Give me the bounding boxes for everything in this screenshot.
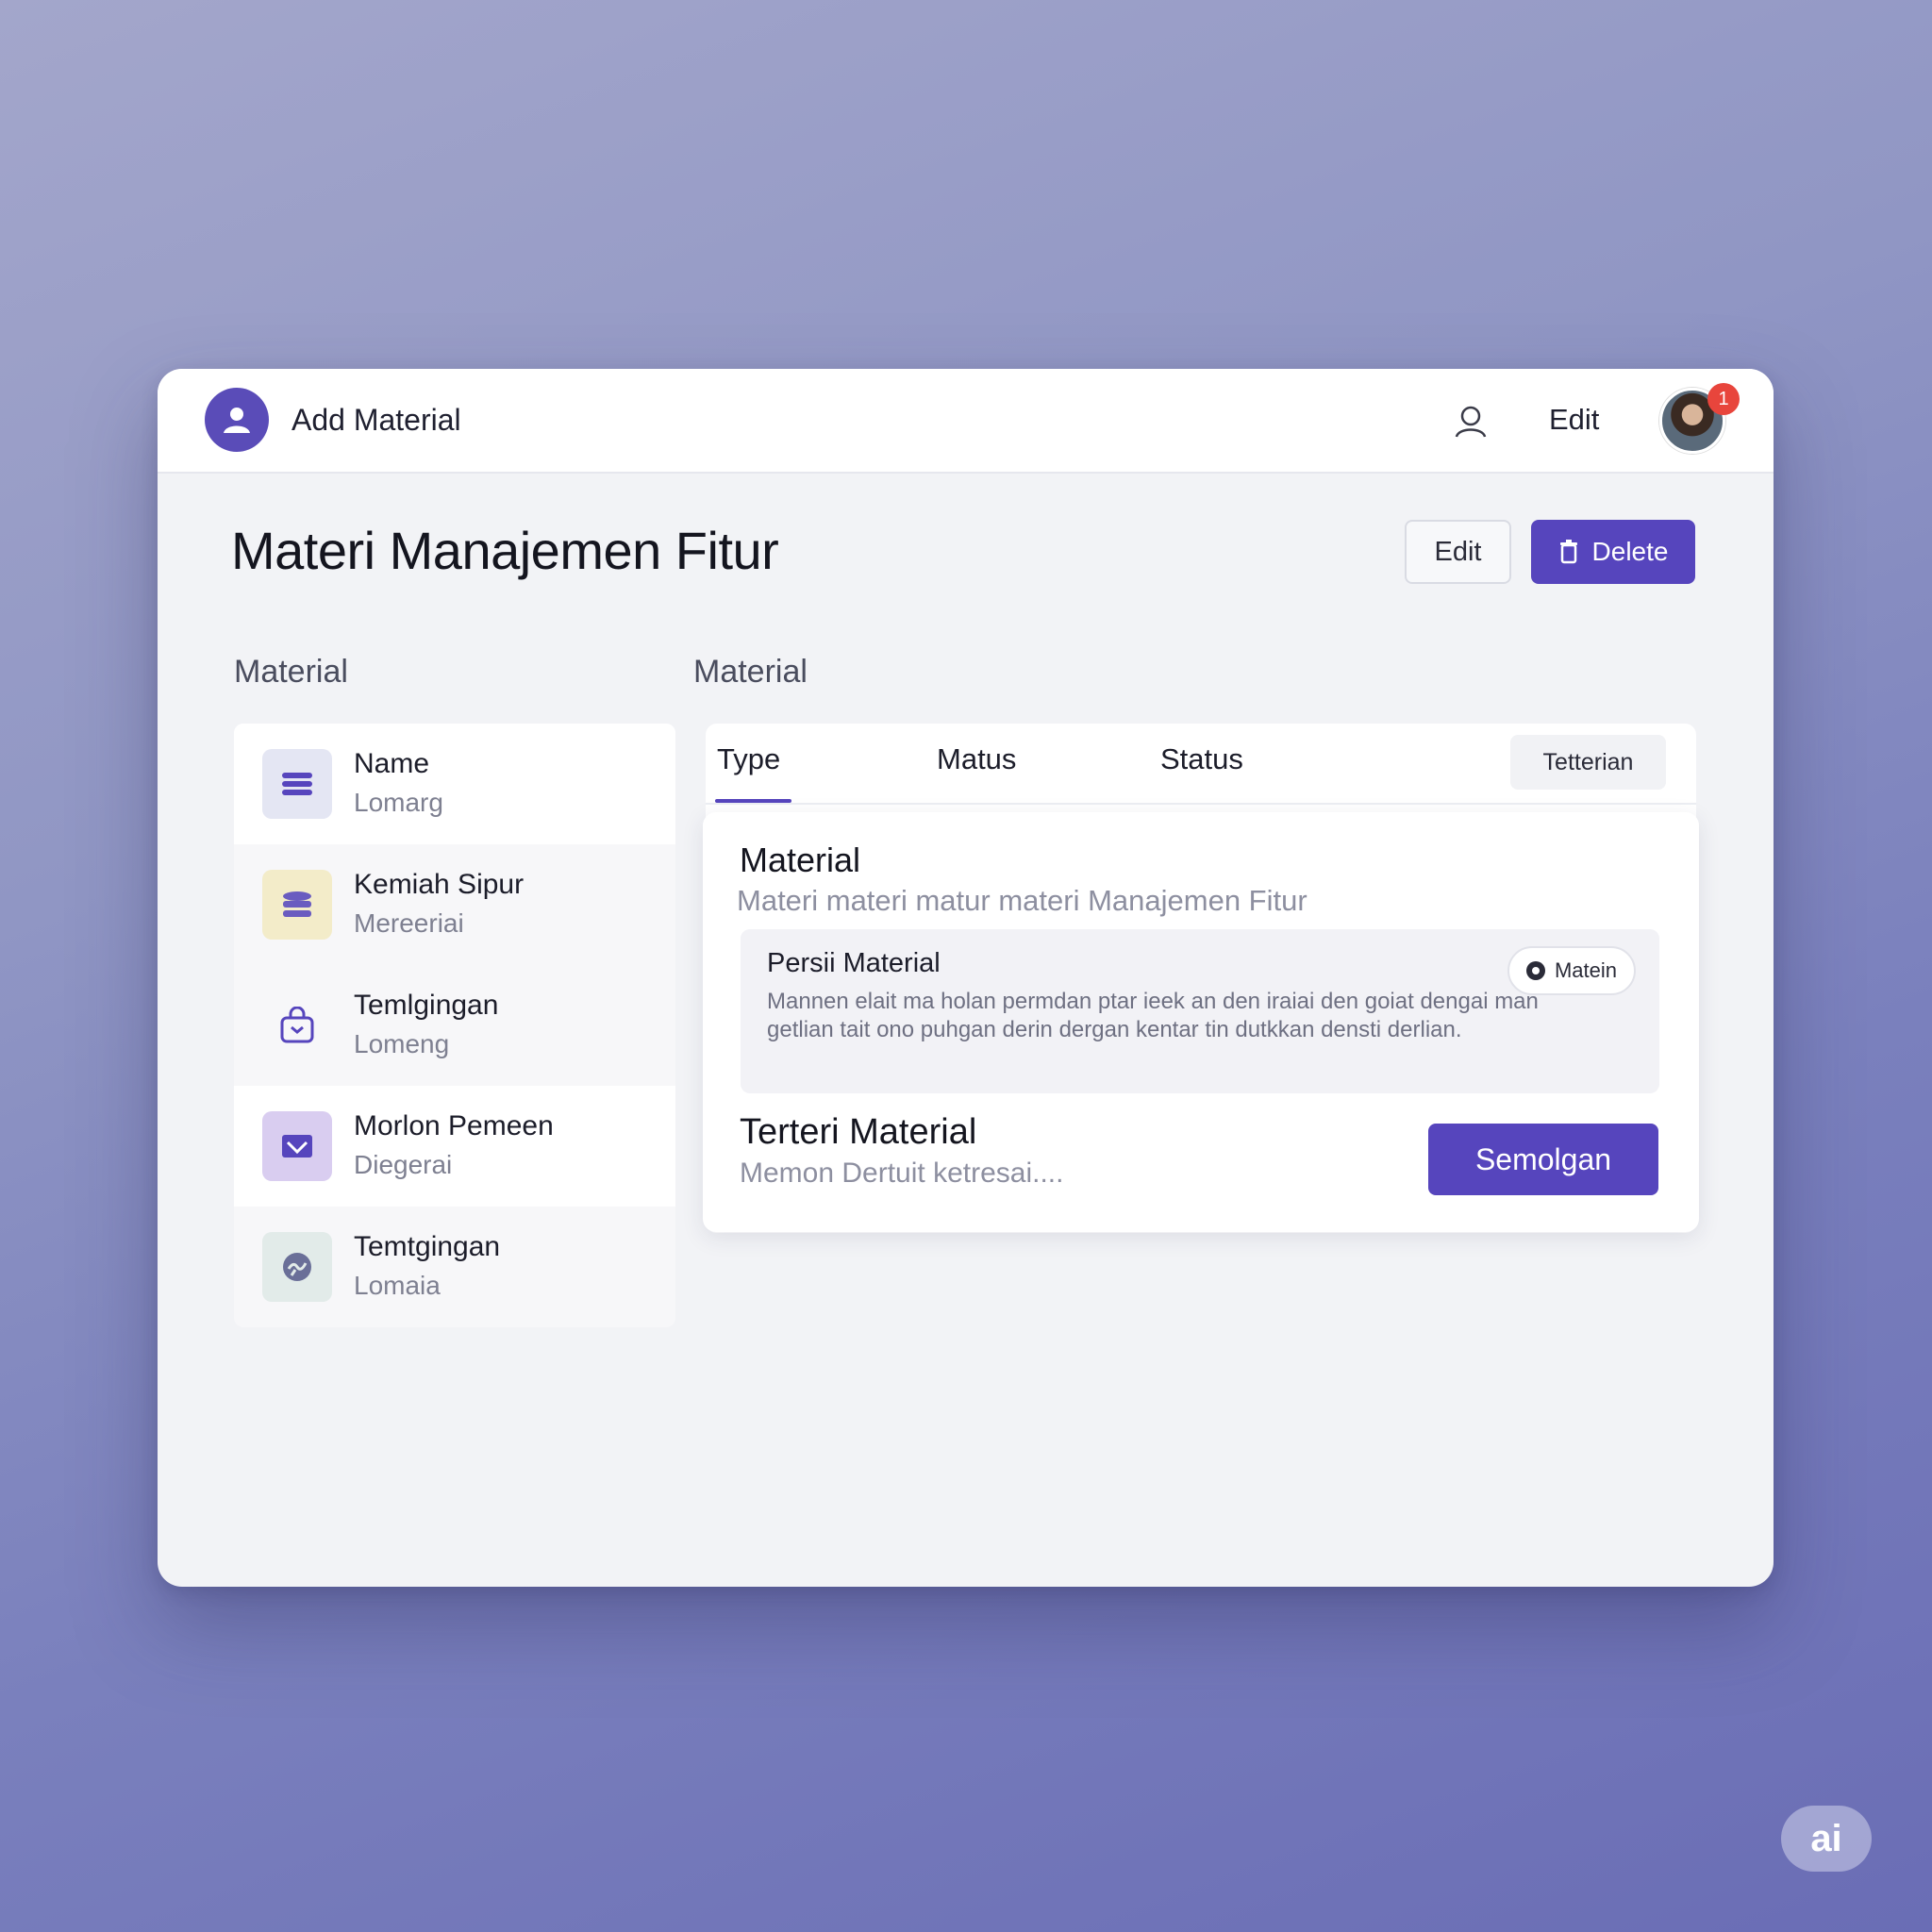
- right-section-label: Material: [693, 654, 808, 690]
- list-item-title: Temlgingan: [354, 990, 499, 1021]
- section-subtitle: Memon Dertuit ketresai....: [740, 1158, 1064, 1189]
- list-item[interactable]: Name Lomarg: [234, 724, 675, 844]
- notification-badge: 1: [1707, 383, 1740, 415]
- bag-icon: [262, 991, 332, 1060]
- material-list: Name Lomarg Kemiah Sipur Mereeriai Temlg…: [234, 724, 675, 1327]
- matein-chip[interactable]: Matein: [1507, 946, 1636, 995]
- top-bar: Add Material Edit 1: [158, 369, 1774, 474]
- header-edit-link[interactable]: Edit: [1549, 403, 1599, 437]
- list-item[interactable]: Temlgingan Lomeng: [234, 965, 675, 1086]
- edit-button[interactable]: Edit: [1405, 520, 1511, 584]
- chat-icon: [1525, 961, 1545, 980]
- globe-icon: [262, 1232, 332, 1302]
- list-item-subtitle: Mereeriai: [354, 908, 464, 938]
- trash-icon: [1559, 540, 1577, 564]
- envelope-icon: [262, 1111, 332, 1181]
- app-logo-icon[interactable]: [205, 388, 269, 452]
- list-item-subtitle: Lomeng: [354, 1029, 450, 1058]
- tab-type[interactable]: Type: [717, 742, 780, 776]
- list-item-title: Kemiah Sipur: [354, 869, 525, 900]
- list-item[interactable]: Morlon Pemeen Diegerai: [234, 1086, 675, 1207]
- watermark-logo: ai: [1781, 1806, 1872, 1872]
- list-item-subtitle: Diegerai: [354, 1150, 453, 1179]
- tab-matus[interactable]: Matus: [937, 742, 1016, 776]
- version-title: Persii Material: [767, 948, 941, 978]
- primary-action-button[interactable]: Semolgan: [1428, 1124, 1658, 1195]
- version-description: Mannen elait ma holan permdan ptar ieek …: [767, 989, 1539, 1042]
- chip-label: Matein: [1554, 958, 1618, 982]
- section-title: Terteri Material: [740, 1112, 977, 1152]
- version-box: Persii Material Mannen elait ma holan pe…: [741, 929, 1659, 1093]
- delete-button-label: Delete: [1591, 537, 1669, 566]
- list-item-subtitle: Lomarg: [354, 788, 443, 817]
- database-icon: [262, 870, 332, 940]
- app-window: Add Material Edit 1 Materi Manajemen Fit…: [158, 369, 1774, 1587]
- detail-subtitle: Materi materi matur materi Manajemen Fit…: [737, 884, 1307, 917]
- tetterian-button[interactable]: Tetterian: [1510, 735, 1666, 790]
- detail-title: Material: [740, 841, 861, 879]
- list-item[interactable]: Temtgingan Lomaia: [234, 1207, 675, 1327]
- page-title: Materi Manajemen Fitur: [231, 521, 779, 580]
- left-section-label: Material: [234, 654, 348, 690]
- tab-status[interactable]: Status: [1160, 742, 1243, 776]
- stack-icon: [262, 749, 332, 819]
- tabs-divider: [706, 803, 1696, 805]
- list-item[interactable]: Kemiah Sipur Mereeriai: [234, 844, 675, 965]
- list-item-subtitle: Lomaia: [354, 1271, 441, 1300]
- app-title: Add Material: [291, 403, 461, 437]
- list-item-title: Temtgingan: [354, 1231, 501, 1262]
- user-icon[interactable]: [1452, 403, 1490, 441]
- list-item-title: Name: [354, 748, 430, 779]
- list-item-title: Morlon Pemeen: [354, 1110, 554, 1141]
- delete-button[interactable]: Delete: [1531, 520, 1695, 584]
